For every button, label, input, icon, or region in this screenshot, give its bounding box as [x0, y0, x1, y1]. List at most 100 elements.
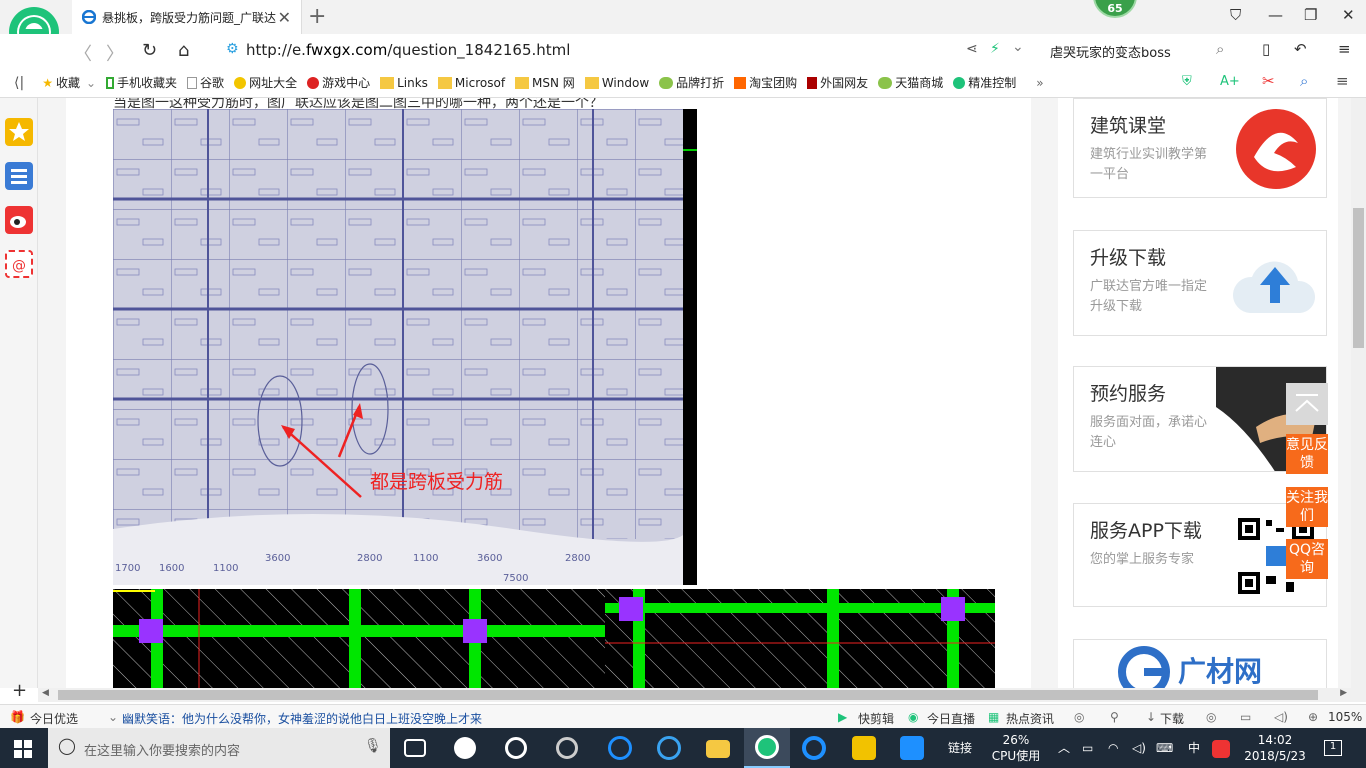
bookmark-mobile[interactable]: 手机收藏夹 [106, 74, 177, 91]
minimize-icon[interactable]: — [1268, 6, 1283, 24]
back-icon[interactable]: 〈 [74, 40, 92, 66]
task-view-icon[interactable] [404, 739, 426, 757]
window-icon[interactable]: ▭ [1240, 710, 1251, 724]
notification-icon[interactable]: 1 [1324, 740, 1342, 756]
pinwheel-icon[interactable] [454, 737, 476, 759]
ie-icon[interactable] [657, 736, 681, 760]
new-tab-icon[interactable]: + [308, 4, 326, 29]
sogou-icon[interactable] [1212, 740, 1230, 758]
chevron-up-icon[interactable]: ︿ [1058, 740, 1070, 756]
bookmark-microsoft[interactable]: Microsof [437, 76, 505, 90]
url-field[interactable]: ⚙ http://e.fwxgx.com/question_1842165.ht… [214, 37, 1034, 65]
search-icon[interactable]: ⌕ [1216, 40, 1224, 58]
money-icon[interactable]: ⛨ [1182, 74, 1192, 89]
undo-icon[interactable]: ↶ [1294, 40, 1307, 58]
speed-icon[interactable]: ◎ [1206, 710, 1216, 724]
cad-image-2[interactable] [113, 589, 605, 688]
refresh-app-icon[interactable] [556, 737, 578, 759]
bookmark-tmall[interactable]: 天猫商城 [878, 74, 943, 91]
status-clip[interactable]: 快剪辑 [858, 710, 894, 727]
translate-icon[interactable]: A+ [1220, 74, 1240, 89]
zoom-level[interactable]: 105% [1328, 710, 1362, 724]
card-upgrade[interactable]: 升级下载 广联达官方唯一指定升级下载 [1073, 230, 1327, 336]
chevron-down-icon[interactable]: ⌄ [1012, 39, 1024, 55]
today-picks[interactable]: 今日优选 [30, 710, 78, 727]
bookmark-hao[interactable]: 网址大全 [234, 74, 297, 91]
feedback-button[interactable]: 意见反馈 [1286, 434, 1328, 474]
news-ticker[interactable]: 幽默笑语：他为什么没帮你，女神羞涩的说他白日上班没空晚上才来 [122, 710, 482, 727]
windows-start-icon[interactable] [14, 740, 32, 758]
maximize-icon[interactable]: ❐ [1304, 6, 1317, 24]
menu-icon[interactable]: ≡ [1338, 40, 1351, 58]
level-badge[interactable]: 65 [1093, 0, 1137, 18]
browser-e-icon[interactable] [505, 737, 527, 759]
list-sidebar-icon[interactable] [5, 162, 33, 190]
horizontal-scroll-thumb[interactable] [58, 690, 1318, 700]
share-icon[interactable]: ⋖ [966, 41, 978, 57]
status-download[interactable]: 下载 [1160, 710, 1184, 727]
bookmark-msn[interactable]: MSN 网 [515, 74, 575, 91]
links-toolbar[interactable]: 链接 [948, 740, 972, 756]
active-browser-task[interactable] [744, 728, 790, 768]
favorites-sidebar-icon[interactable] [5, 118, 33, 146]
home-icon[interactable]: ⌂ [178, 40, 189, 61]
edge-icon[interactable] [608, 736, 632, 760]
bookmark-favorites[interactable]: ★ 收藏 ⌄ [42, 74, 96, 91]
phone-icon[interactable]: ▯ [1262, 40, 1270, 58]
wifi-icon[interactable]: ◠ [1108, 740, 1118, 756]
add-icon[interactable]: + [12, 680, 27, 701]
tab-active[interactable]: 悬挑板，跨版受力筋问题_广联达 ✕ [72, 0, 302, 34]
bookmark-precise[interactable]: 精准控制 [953, 74, 1016, 91]
keyboard-icon[interactable]: ⌨ [1156, 740, 1173, 756]
card-course[interactable]: 建筑课堂 建筑行业实训教学第一平台 [1073, 98, 1327, 198]
speed-icon[interactable]: ◎ [1074, 710, 1084, 724]
clock[interactable]: 14:02 2018/5/23 [1242, 732, 1308, 764]
horizontal-scrollbar[interactable]: ◀ ▶ [38, 688, 1351, 702]
bookmark-brand[interactable]: 品牌打折 [659, 74, 724, 91]
close-icon[interactable]: ✕ [1342, 6, 1355, 24]
status-live[interactable]: 今日直播 [927, 710, 975, 727]
bookmark-links[interactable]: Links [380, 76, 428, 90]
scissors-icon[interactable]: ✂ [1262, 72, 1275, 90]
weibo-sidebar-icon[interactable] [5, 206, 33, 234]
gift-icon[interactable]: 🎁 [10, 710, 25, 724]
bookmark-taobao[interactable]: 淘宝团购 [734, 74, 797, 91]
tab-close-icon[interactable]: ✕ [278, 8, 291, 27]
bookmark-game[interactable]: 游戏中心 [307, 74, 370, 91]
mic-icon[interactable]: 🎙 [364, 738, 382, 754]
g-app-icon[interactable] [802, 736, 826, 760]
follow-button[interactable]: 关注我们 [1286, 487, 1328, 527]
battery-icon[interactable]: ▭ [1082, 740, 1093, 756]
shirt-icon[interactable]: ⛉ [1230, 6, 1241, 24]
search-field[interactable]: 虐哭玩家的变态boss [1050, 42, 1171, 61]
plus-app-icon[interactable] [900, 736, 924, 760]
taskbar-search[interactable]: ◯ 在这里输入你要搜索的内容 🎙 [48, 728, 390, 768]
bookmark-foreign[interactable]: 外国网友 [807, 74, 868, 91]
file-explorer-icon[interactable] [706, 740, 730, 758]
refresh-icon[interactable]: ↻ [142, 40, 157, 61]
mail-sidebar-icon[interactable]: @ [5, 250, 33, 278]
card-gldjc[interactable]: 广材网 [1073, 639, 1327, 688]
ime-indicator[interactable]: 中 [1188, 740, 1200, 756]
search-tool-icon[interactable]: ⌕ [1300, 72, 1308, 90]
menu-icon[interactable]: ≡ [1336, 72, 1349, 90]
vertical-scroll-thumb[interactable] [1353, 208, 1364, 348]
more-bookmarks-icon[interactable]: » [1036, 76, 1043, 90]
vertical-scrollbar[interactable] [1351, 98, 1366, 702]
bookmark-google[interactable]: 谷歌 [187, 74, 224, 91]
cad-image-3[interactable] [605, 589, 995, 688]
back-to-top-button[interactable] [1286, 383, 1328, 425]
bookmark-windows[interactable]: Window [584, 76, 649, 90]
forward-icon[interactable]: 〉 [106, 40, 124, 66]
status-hot[interactable]: 热点资讯 [1006, 710, 1054, 727]
notes-icon[interactable] [852, 736, 876, 760]
drawing-photo[interactable]: 1700 1600 1100 3600 2800 1100 3600 2800 … [113, 109, 683, 585]
zoom-icon[interactable]: ⊕ [1308, 710, 1318, 724]
chevron-down-icon[interactable]: ⌄ [108, 710, 118, 724]
sound-icon[interactable]: ◁) [1274, 710, 1288, 724]
volume-icon[interactable]: ◁) [1132, 740, 1146, 756]
pin-icon[interactable]: ⚲ [1110, 710, 1119, 724]
lightning-icon[interactable]: ⚡ [990, 41, 1000, 57]
qq-button[interactable]: QQ咨询 [1286, 539, 1328, 579]
sidebar-toggle-icon[interactable]: ⟨| [14, 75, 24, 91]
